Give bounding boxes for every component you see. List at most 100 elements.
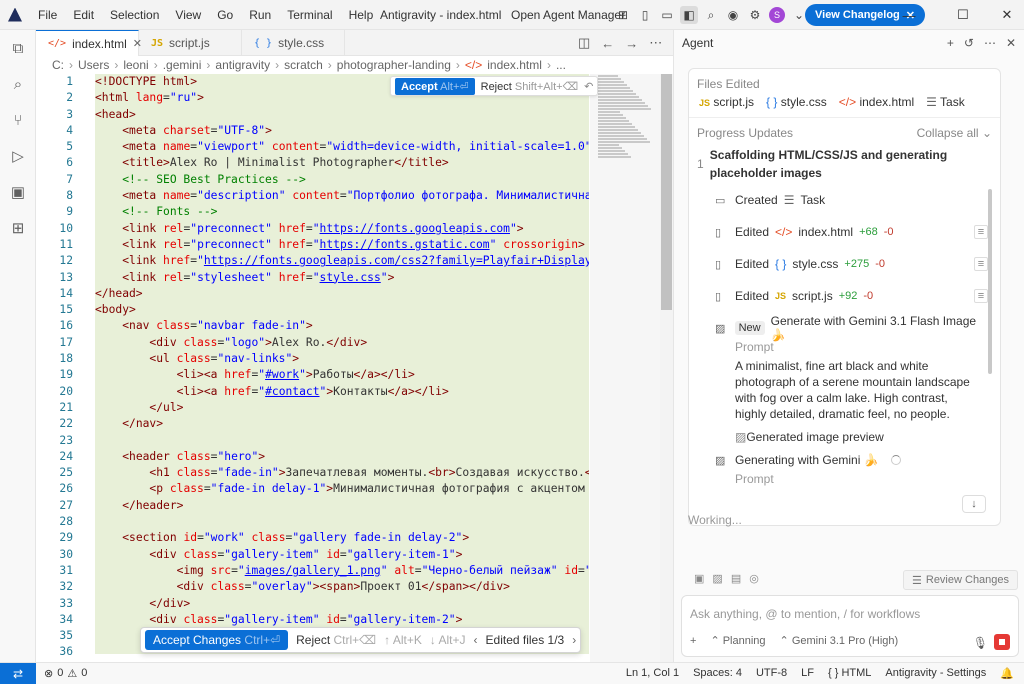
code-editor[interactable]: <!DOCTYPE html> <html lang="ru"> <head> … — [95, 74, 589, 654]
arrow-left-icon[interactable]: ← — [601, 36, 614, 51]
step-created-task[interactable]: ▭ Created ☰ Task — [715, 184, 988, 216]
encoding[interactable]: UTF-8 — [756, 667, 787, 680]
gear-icon[interactable]: ⚙ — [746, 6, 764, 24]
agent-chat-input[interactable] — [690, 600, 990, 628]
scroll-down-button[interactable]: ↓ — [962, 495, 986, 513]
remote-explorer-icon[interactable]: ▣ — [0, 174, 36, 210]
minimap-line — [598, 81, 624, 83]
error-icon: ⊗ — [44, 668, 54, 680]
indentation[interactable]: Spaces: 4 — [693, 667, 742, 680]
language-mode[interactable]: { } HTML — [828, 667, 871, 680]
account-menu[interactable]: S — [768, 6, 786, 24]
minimap[interactable] — [590, 74, 660, 662]
close-icon[interactable]: ✕ — [1006, 36, 1016, 50]
line-number: 25 — [59, 466, 73, 480]
split-editor-icon[interactable]: ◫ — [578, 35, 590, 51]
step-edited-style-css[interactable]: ▯ Edited { } style.css +275 -0 ≡ — [715, 248, 988, 280]
breadcrumb-item[interactable]: ... — [556, 58, 566, 72]
collapse-all-button[interactable]: Collapse all ⌄ — [917, 126, 992, 140]
breadcrumb-item[interactable]: scratch — [284, 58, 323, 72]
plus-icon[interactable]: + — [690, 635, 696, 647]
stop-button[interactable] — [994, 634, 1010, 650]
editor-scrollbar-thumb[interactable] — [661, 74, 672, 310]
tab-script-js[interactable]: JS script.js — [139, 30, 242, 56]
extensions-icon[interactable]: ⊞ — [0, 210, 36, 246]
browser-context-icon[interactable]: ◎ — [749, 572, 759, 585]
more-icon[interactable]: ⋯ — [984, 36, 996, 50]
line-ending[interactable]: LF — [801, 667, 814, 680]
chevron-right-icon[interactable]: › — [572, 633, 576, 647]
file-chip-script-js[interactable]: JS script.js — [699, 95, 754, 109]
undo-icon[interactable]: ↶ — [584, 80, 593, 93]
close-window-button[interactable]: ✕ — [984, 0, 1024, 30]
tab-index-html[interactable]: </> index.html ✕ — [36, 30, 142, 56]
accept-changes-button[interactable]: Accept Changes Ctrl+⏎ — [145, 630, 289, 650]
menu-terminal[interactable]: Terminal — [279, 0, 340, 30]
minimap-line — [598, 144, 619, 146]
plus-icon[interactable]: + — [947, 36, 954, 50]
breadcrumb-item[interactable]: photographer-landing — [337, 58, 451, 72]
context-icons: ▣ ▨ ▤ ◎ — [694, 572, 759, 585]
search-icon[interactable]: ⌕ — [0, 66, 36, 102]
file-context-icon[interactable]: ▣ — [694, 572, 704, 585]
open-diff-icon[interactable]: ≡ — [974, 289, 988, 303]
terminal-context-icon[interactable]: ▤ — [731, 572, 741, 585]
agent-scrollbar[interactable] — [988, 189, 992, 374]
arrow-right-icon[interactable]: → — [625, 36, 638, 51]
step-edited-script-js[interactable]: ▯ Edited JS script.js +92 -0 ≡ — [715, 280, 988, 312]
source-control-icon[interactable]: ⑂ — [0, 102, 36, 138]
layout-grid-icon[interactable]: ⊞ — [614, 6, 632, 24]
run-debug-icon[interactable]: ▷ — [0, 138, 36, 174]
search-icon[interactable]: ⌕ — [702, 6, 720, 24]
settings-status[interactable]: Antigravity - Settings — [885, 667, 986, 680]
breadcrumb-item[interactable]: Users — [78, 58, 109, 72]
accept-button[interactable]: Accept Alt+⏎ — [395, 77, 475, 95]
file-chip-style-css[interactable]: { } style.css — [766, 95, 827, 109]
breadcrumb-item[interactable]: antigravity — [215, 58, 270, 72]
maximize-button[interactable]: ☐ — [940, 0, 986, 30]
file-chip-index-html[interactable]: </> index.html — [839, 95, 914, 109]
menu-help[interactable]: Help — [341, 0, 382, 30]
bell-icon[interactable]: 🔔 — [1000, 667, 1014, 680]
reject-button[interactable]: Reject Shift+Alt+⌫ — [481, 80, 579, 93]
menu-run[interactable]: Run — [241, 0, 279, 30]
minimize-button[interactable]: — — [886, 0, 932, 30]
mode-selector[interactable]: ⌃ Planning — [710, 634, 765, 647]
step-edited-index-html[interactable]: ▯ Edited </> index.html +68 -0 ≡ — [715, 216, 988, 248]
breadcrumb-item[interactable]: .gemini — [163, 58, 202, 72]
menu-edit[interactable]: Edit — [65, 0, 102, 30]
explorer-icon[interactable]: ⧉ — [0, 30, 36, 66]
toggle-agent-panel-icon[interactable]: ◧ — [680, 6, 698, 24]
previous-change-button[interactable]: ↑ Alt+K — [384, 633, 422, 647]
menu-view[interactable]: View — [167, 0, 209, 30]
file-chip-task[interactable]: ☰ Task — [926, 95, 965, 109]
model-selector[interactable]: ⌃ Gemini 3.1 Pro (High) — [780, 634, 899, 647]
open-diff-icon[interactable]: ≡ — [974, 225, 988, 239]
more-icon[interactable]: ⋯ — [649, 35, 662, 51]
menu-selection[interactable]: Selection — [102, 0, 167, 30]
problems-indicator[interactable]: ⊗ 0 ⚠ 0 — [36, 667, 87, 680]
code-line: <header class="hero"> — [122, 449, 266, 463]
microphone-icon[interactable]: 🎙 — [973, 636, 988, 650]
remote-icon[interactable]: ⇄ — [0, 662, 36, 684]
breadcrumb-item[interactable]: index.html — [487, 58, 542, 72]
breadcrumb-item[interactable]: C: — [52, 58, 64, 72]
tab-style-css[interactable]: { } style.css — [242, 30, 345, 56]
cursor-position[interactable]: Ln 1, Col 1 — [626, 667, 679, 680]
toggle-sidebar-icon[interactable]: ▯ — [636, 6, 654, 24]
review-changes-button[interactable]: ☰ Review Changes — [903, 570, 1019, 590]
chevron-left-icon[interactable]: ‹ — [474, 633, 478, 647]
breadcrumb-item[interactable]: leoni — [123, 58, 148, 72]
menu-file[interactable]: File — [30, 0, 65, 30]
next-change-button[interactable]: ↓ Alt+J — [430, 633, 466, 647]
toggle-panel-icon[interactable]: ▭ — [658, 6, 676, 24]
image-context-icon[interactable]: ▨ — [712, 572, 722, 585]
browser-icon[interactable]: ◉ — [724, 6, 742, 24]
open-agent-manager-link[interactable]: Open Agent Manager — [511, 0, 625, 30]
menu-go[interactable]: Go — [209, 0, 241, 30]
open-diff-icon[interactable]: ≡ — [974, 257, 988, 271]
line-number: 33 — [59, 596, 73, 610]
reject-changes-button[interactable]: Reject Ctrl+⌫ — [296, 633, 376, 647]
history-icon[interactable]: ↺ — [964, 36, 974, 50]
